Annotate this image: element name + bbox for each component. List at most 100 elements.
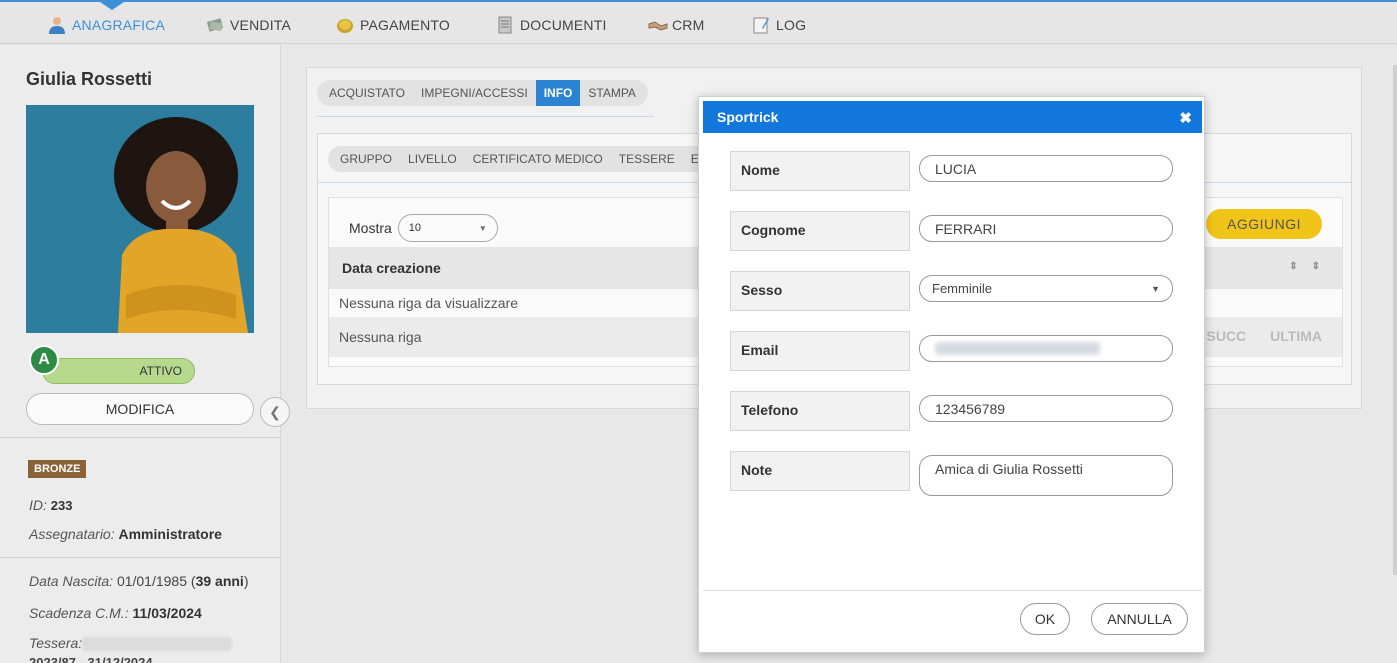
tab-info[interactable]: INFO: [535, 80, 581, 106]
notepad-icon: [752, 16, 770, 34]
cognome-label: Cognome: [730, 211, 910, 251]
nav-anagrafica[interactable]: ANAGRAFICA: [48, 14, 165, 36]
id-label: ID:: [29, 497, 47, 513]
top-navigation: ANAGRAFICA VENDITA PAGAMENTO DOCUMENTI C…: [0, 0, 1397, 44]
nav-pagamento[interactable]: PAGAMENTO: [336, 14, 450, 36]
nav-vendita[interactable]: VENDITA: [206, 14, 291, 36]
telefono-label: Telefono: [730, 391, 910, 431]
birth-line: Data Nascita: 01/01/1985 (39 anni): [29, 573, 249, 589]
field-row-cognome: Cognome FERRARI: [730, 211, 1180, 251]
card-extra-line: 2023/87 - 31/12/2024: [29, 655, 153, 663]
column-header-data-creazione[interactable]: Data creazione: [342, 260, 441, 276]
nav-label: DOCUMENTI: [520, 17, 607, 33]
cm-label: Scadenza C.M.:: [29, 605, 129, 621]
info-subtabs: GRUPPO LIVELLO CERTIFICATO MEDICO TESSER…: [328, 146, 711, 172]
email-input[interactable]: [919, 335, 1173, 362]
dialog-header: Sportrick ✖: [703, 101, 1202, 133]
nav-label: VENDITA: [230, 17, 292, 33]
sesso-label: Sesso: [730, 271, 910, 311]
nav-label: CRM: [672, 17, 705, 33]
edit-contact-dialog: Sportrick ✖ Nome LUCIA Cognome FERRARI S…: [698, 96, 1205, 653]
money-icon: [206, 16, 224, 34]
assignee-label: Assegnatario:: [29, 526, 115, 542]
subtab-certificato-medico[interactable]: CERTIFICATO MEDICO: [465, 146, 611, 172]
telefono-input[interactable]: 123456789: [919, 395, 1173, 422]
pagination: SUCC ULTIMA: [1206, 328, 1322, 344]
id-value: 233: [50, 498, 73, 513]
pager-last-button[interactable]: ULTIMA: [1270, 328, 1322, 344]
card-line: Tessera:: [29, 635, 233, 652]
divider: [0, 557, 280, 558]
note-label: Note: [730, 451, 910, 491]
redacted-email: [935, 342, 1100, 355]
assignee-line: Assegnatario: Amministratore: [29, 526, 222, 542]
note-textarea[interactable]: Amica di Giulia Rossetti: [919, 455, 1173, 496]
person-icon: [48, 16, 66, 34]
field-row-email: Email: [730, 331, 1180, 371]
id-line: ID: 233: [29, 497, 72, 513]
nav-log[interactable]: LOG: [752, 14, 806, 36]
chevron-down-icon: ▼: [1151, 283, 1160, 294]
sesso-value: Femminile: [932, 281, 992, 296]
birth-label: Data Nascita:: [29, 573, 114, 589]
document-icon: [496, 16, 514, 34]
status-initial-badge: A: [29, 345, 59, 375]
ok-button[interactable]: OK: [1020, 603, 1070, 635]
close-icon[interactable]: ✖: [1179, 109, 1192, 127]
sesso-select[interactable]: Femminile ▼: [919, 275, 1173, 302]
profile-sidebar: Giulia Rossetti ATTIVO A MODIFICA BRONZE…: [0, 45, 281, 663]
coin-icon: [336, 16, 354, 34]
field-row-telefono: Telefono 123456789: [730, 391, 1180, 431]
pager-next-button[interactable]: SUCC: [1206, 328, 1246, 344]
birth-value: 01/01/1985: [116, 573, 188, 589]
scrollbar[interactable]: [1393, 65, 1397, 575]
add-button[interactable]: AGGIUNGI: [1206, 209, 1322, 239]
cognome-input[interactable]: FERRARI: [919, 215, 1173, 242]
age-value: 39 anni: [195, 573, 244, 589]
subtab-livello[interactable]: LIVELLO: [400, 146, 465, 172]
cancel-button[interactable]: ANNULLA: [1091, 603, 1188, 635]
assignee-value: Amministratore: [118, 526, 222, 542]
tab-acquistato[interactable]: ACQUISTATO: [321, 80, 413, 106]
tab-stampa[interactable]: STAMPA: [580, 80, 644, 106]
page-size-label: Mostra: [349, 220, 392, 236]
level-badge: BRONZE: [28, 460, 87, 478]
table-info: Nessuna riga: [339, 329, 422, 345]
cm-line: Scadenza C.M.: 11/03/2024: [29, 605, 202, 621]
tab-impegni-accessi[interactable]: IMPEGNI/ACCESSI: [413, 80, 536, 106]
tab-underline: [317, 116, 654, 117]
page-size-control: Mostra 10 ▼: [349, 214, 498, 242]
subtab-gruppo[interactable]: GRUPPO: [332, 146, 400, 172]
nav-label: LOG: [776, 17, 807, 33]
profile-photo: [26, 105, 254, 333]
email-label: Email: [730, 331, 910, 371]
field-row-note: Note Amica di Giulia Rossetti: [730, 451, 1180, 496]
status-bar: ATTIVO: [42, 358, 195, 384]
divider: [0, 437, 280, 438]
modify-button[interactable]: MODIFICA: [26, 393, 254, 425]
field-row-sesso: Sesso Femminile ▼: [730, 271, 1180, 311]
nav-documenti[interactable]: DOCUMENTI: [496, 14, 607, 36]
card-label: Tessera:: [29, 635, 83, 651]
dialog-title: Sportrick: [717, 109, 779, 125]
field-row-nome: Nome LUCIA: [730, 151, 1180, 191]
collapse-sidebar-button[interactable]: ❮: [260, 397, 290, 427]
nav-label: PAGAMENTO: [360, 17, 450, 33]
nav-label: ANAGRAFICA: [72, 17, 166, 33]
subtab-tessere[interactable]: TESSERE: [611, 146, 683, 172]
page-size-value: 10: [408, 222, 422, 234]
page-size-select[interactable]: 10 ▼: [397, 214, 498, 242]
active-tab-indicator: [100, 2, 124, 10]
nome-input[interactable]: LUCIA: [919, 155, 1173, 182]
main-tabs: ACQUISTATO IMPEGNI/ACCESSI INFO STAMPA: [317, 80, 648, 106]
nav-crm[interactable]: CRM: [648, 14, 704, 36]
sort-icon[interactable]: ⇕⇕: [1289, 261, 1334, 272]
nome-label: Nome: [730, 151, 910, 191]
handshake-icon: [648, 16, 668, 34]
chevron-down-icon: ▼: [478, 223, 487, 233]
cm-value: 11/03/2024: [132, 605, 202, 621]
dialog-footer-divider: [703, 590, 1202, 591]
redacted-card: [82, 637, 233, 652]
member-status: ATTIVO A: [26, 345, 256, 385]
chevron-left-icon: ❮: [269, 403, 281, 420]
